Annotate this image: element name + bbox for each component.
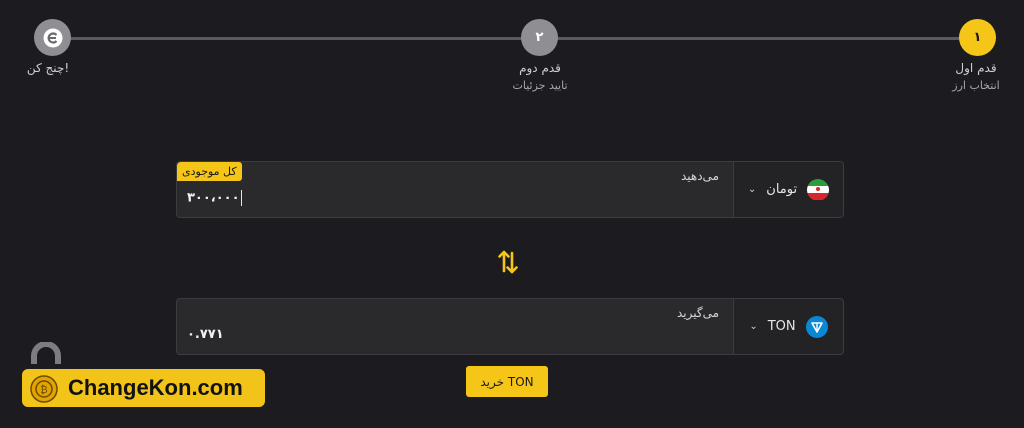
receive-currency-select[interactable]: ⌄ TON [733, 298, 844, 355]
give-row: می‌دهید ۳۰۰،۰۰۰ کل موجودی ⌄ تومان [176, 161, 844, 218]
receive-amount-field[interactable]: می‌گیرید ۰.۷۷۱ [176, 298, 734, 355]
step-2-subtitle: تایید جزئیات [512, 79, 568, 92]
ton-icon [805, 315, 828, 338]
step-1-subtitle: انتخاب ارز [952, 79, 1000, 92]
buy-button[interactable]: خرید TON [466, 366, 548, 397]
give-amount-text: ۳۰۰،۰۰۰ [187, 190, 240, 206]
give-currency-name: تومان [766, 182, 798, 197]
swap-arrows-icon[interactable] [497, 249, 519, 275]
changekon-logo-icon [43, 28, 62, 47]
chevron-down-icon: ⌄ [749, 321, 758, 332]
stepper-track [52, 37, 978, 40]
receive-label: می‌گیرید [676, 306, 719, 320]
step-3-title: چنج کن! [26, 61, 70, 75]
give-currency-select[interactable]: ⌄ تومان [733, 161, 844, 218]
step-3-circle [34, 19, 71, 56]
watermark-text: ChangeKon.com [68, 375, 243, 400]
full-balance-button[interactable]: کل موجودی [177, 162, 242, 181]
step-2-circle: ۲ [521, 19, 558, 56]
text-caret [240, 190, 242, 206]
step-2-number: ۲ [535, 30, 544, 45]
changekon-watermark: ₿ ChangeKon.com [22, 369, 265, 407]
receive-currency-name: TON [767, 319, 796, 334]
iran-flag-icon [807, 178, 830, 201]
give-amount-value: ۳۰۰،۰۰۰ [187, 190, 242, 206]
give-amount-field[interactable]: می‌دهید ۳۰۰،۰۰۰ کل موجودی [176, 161, 734, 218]
give-label: می‌دهید [680, 169, 719, 183]
svg-text:₿: ₿ [40, 384, 47, 396]
chevron-down-icon: ⌄ [747, 184, 757, 195]
coin-icon: ₿ [30, 375, 58, 403]
step-2-title: قدم دوم [519, 61, 561, 75]
receive-row: می‌گیرید ۰.۷۷۱ ⌄ TON [176, 298, 844, 355]
step-1-number: ۱ [973, 30, 982, 45]
step-1-circle: ۱ [959, 19, 996, 56]
receive-amount-value: ۰.۷۷۱ [187, 327, 224, 342]
step-1-title: قدم اول [955, 61, 997, 75]
